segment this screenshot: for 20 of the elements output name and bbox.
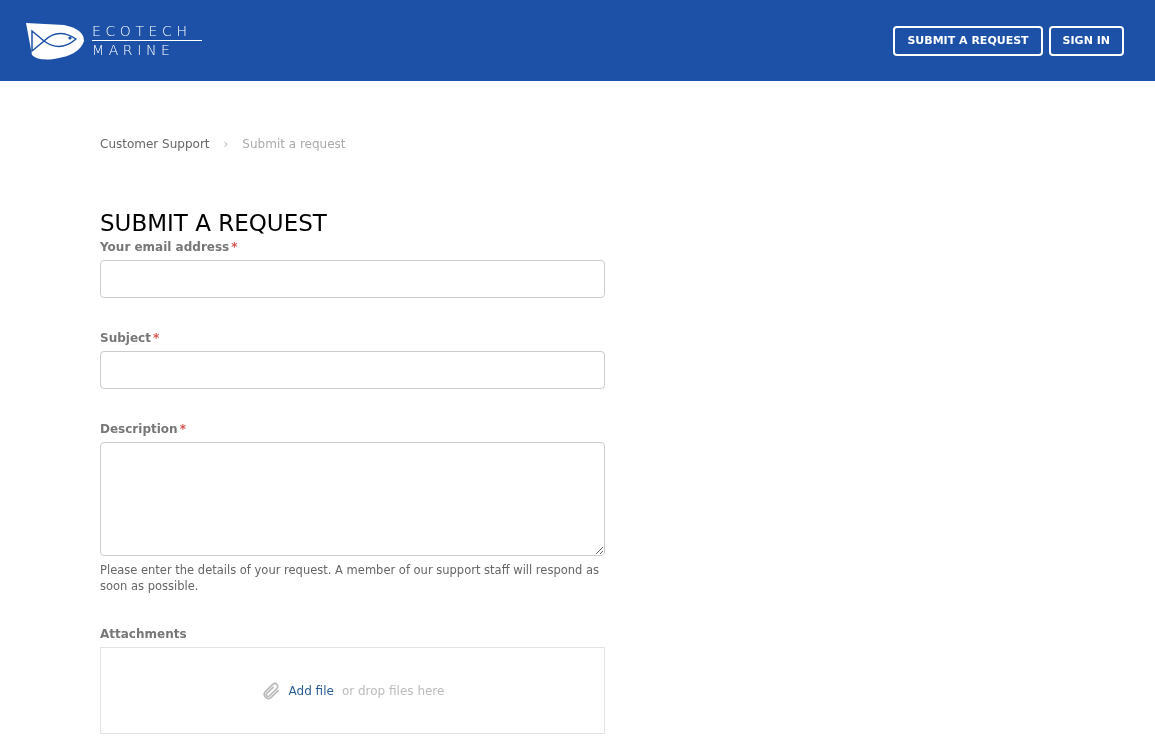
add-file-link[interactable]: Add file (288, 683, 334, 698)
field-label: Subject * (100, 331, 161, 345)
description-field[interactable] (100, 442, 605, 556)
text-field[interactable] (100, 260, 605, 298)
file-drop-zone[interactable]: Add file or drop files here (100, 647, 605, 734)
header-button[interactable]: SUBMIT A REQUEST (893, 25, 1043, 56)
fish-logo-icon (24, 20, 86, 61)
field-label: Description * (100, 422, 187, 436)
text-field[interactable] (100, 351, 605, 389)
drop-hint: or drop files here (341, 683, 445, 698)
field-label: Attachments (100, 627, 188, 641)
logo-text: MARINE (92, 42, 176, 58)
paperclip-icon (260, 680, 281, 701)
logo-text: ECOTECH (92, 23, 202, 41)
field-label: Your email address * (100, 240, 239, 254)
breadcrumb-separator: › (223, 137, 229, 151)
header-button[interactable]: SIGN IN (1048, 25, 1124, 56)
breadcrumb-link[interactable]: Customer Support (100, 137, 210, 151)
field-hint: Please enter the details of your request. A member of our support staff will respond as soon as possible. (100, 562, 601, 594)
page-title: SUBMIT A REQUEST (100, 210, 328, 236)
